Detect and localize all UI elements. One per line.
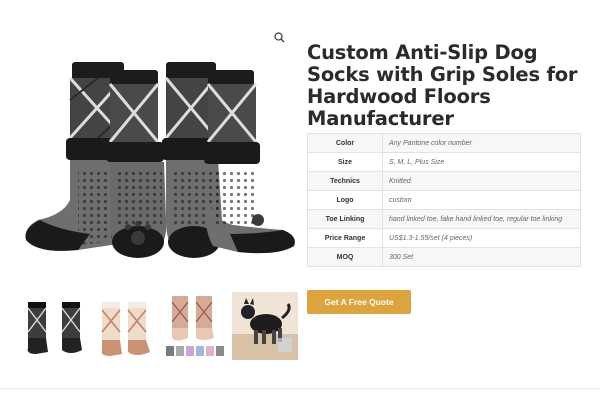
thumbnail-gallery — [22, 292, 298, 360]
spec-label: Price Range — [307, 228, 383, 248]
spec-row-color: Color Any Pantone color number — [307, 133, 581, 153]
spec-label: Toe Linking — [307, 209, 383, 229]
spec-value: Knitted — [382, 171, 581, 191]
spec-row-toe-linking: Toe Linking hand linked toe, fake hand l… — [307, 209, 581, 229]
spec-label: MOQ — [307, 247, 383, 267]
product-title: Custom Anti-Slip Dog Socks with Grip Sol… — [307, 41, 578, 130]
specs-table: Color Any Pantone color number Size S, M… — [307, 133, 581, 267]
spec-row-logo: Logo custom — [307, 190, 581, 210]
thumbnail-dog-wearing[interactable] — [232, 292, 298, 360]
spec-value: hand linked toe, fake hand linked toe, r… — [382, 209, 581, 229]
spec-value: 300 Set — [382, 247, 581, 267]
thumbnail-pink-variants[interactable] — [162, 292, 228, 360]
spec-value: Any Pantone color number — [382, 133, 581, 153]
thumbnail-black-socks[interactable] — [22, 292, 88, 360]
spec-row-size: Size S, M, L, Plus Size — [307, 152, 581, 172]
spec-label: Logo — [307, 190, 383, 210]
spec-value: custom — [382, 190, 581, 210]
get-free-quote-button[interactable]: Get A Free Quote — [307, 290, 411, 314]
spec-label: Technics — [307, 171, 383, 191]
spec-row-technics: Technics Knitted — [307, 171, 581, 191]
section-divider — [0, 388, 600, 389]
main-product-image[interactable] — [18, 30, 303, 262]
spec-label: Size — [307, 152, 383, 172]
spec-row-moq: MOQ 300 Set — [307, 247, 581, 267]
magnifier-icon[interactable] — [272, 30, 288, 46]
spec-label: Color — [307, 133, 383, 153]
spec-row-price-range: Price Range US$1.3-1.55/set (4 pieces) — [307, 228, 581, 248]
spec-value: US$1.3-1.55/set (4 pieces) — [382, 228, 581, 248]
thumbnail-beige-socks[interactable] — [92, 292, 158, 360]
spec-value: S, M, L, Plus Size — [382, 152, 581, 172]
